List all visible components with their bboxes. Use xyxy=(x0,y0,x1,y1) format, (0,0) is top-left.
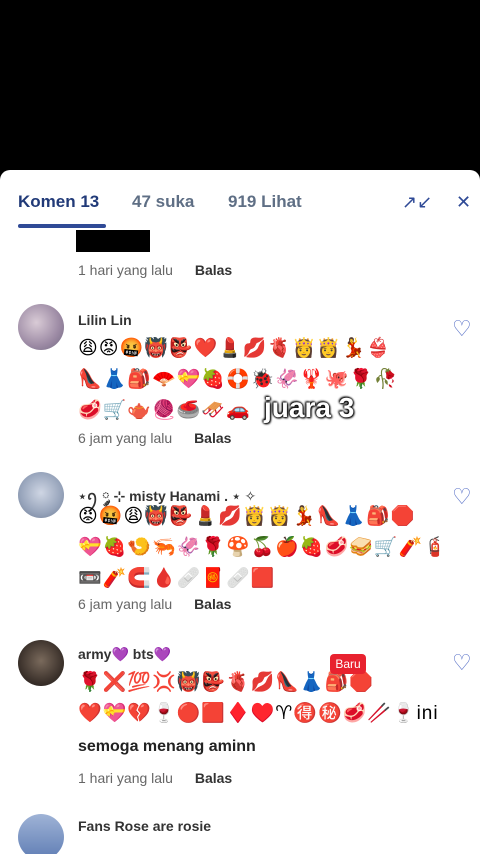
comment-meta: 1 hari yang lalu Balas xyxy=(78,262,232,278)
comment-author[interactable]: Fans Rose are rosie xyxy=(78,818,211,834)
comment-text: 😡🤬😩👹👺💄💋👸👸💃👠👗🎒🛑 xyxy=(78,506,416,527)
comment-meta: 1 hari yang lalu Balas xyxy=(78,770,232,786)
like-heart-icon[interactable]: ♡ xyxy=(452,650,472,676)
tab-comments[interactable]: Komen 13 xyxy=(18,192,99,212)
reply-button[interactable]: Balas xyxy=(194,596,231,612)
close-icon[interactable]: ✕ xyxy=(456,192,471,213)
comment-text: semoga menang aminn xyxy=(78,738,256,755)
comment-text: ❤️💝💔🍷🔴🟥♦️♥️♈🉐㊙️🥩🥢🍷ini xyxy=(78,703,439,724)
comment-text: 📼🧨🧲🩸🩹🧧🩹🟥 xyxy=(78,568,276,589)
active-tab-indicator xyxy=(18,224,106,228)
comment-text: 🥩🛒🫖🧶🥌🛷🚗 xyxy=(78,400,251,421)
reply-button[interactable]: Balas xyxy=(194,430,231,446)
comment-text: 🌹❌💯💢👹👺🫀💋👠👗🎒🛑 xyxy=(78,672,374,693)
tab-likes[interactable]: 47 suka xyxy=(132,192,194,212)
like-heart-icon[interactable]: ♡ xyxy=(452,484,472,510)
overlay-caption: juara 3 xyxy=(264,392,355,423)
like-heart-icon[interactable]: ♡ xyxy=(452,316,472,342)
comment-time: 6 jam yang lalu xyxy=(78,596,173,612)
comment-meta: 6 jam yang lalu Balas xyxy=(78,596,231,612)
new-badge: Baru xyxy=(330,654,366,674)
comment-text: 😩😡🤬👹👺❤️💄💋🫀👸👸💃👙 xyxy=(78,338,391,359)
comments-panel: Komen 13 47 suka 919 Lihat ↗↙ ✕ 1 hari y… xyxy=(0,170,480,854)
avatar[interactable] xyxy=(18,640,64,686)
video-area xyxy=(0,0,480,170)
comment-author[interactable]: army💜 bts💜 xyxy=(78,646,171,663)
tab-bar: Komen 13 47 suka 919 Lihat ↗↙ ✕ xyxy=(0,170,480,230)
comment-time: 6 jam yang lalu xyxy=(78,430,173,446)
comment-text: 👠👗🎒🪭💝🍓🛟🐞🦑🦞🐙🌹🥀 xyxy=(78,369,399,390)
redacted-comment xyxy=(76,230,150,252)
reply-button[interactable]: Balas xyxy=(195,770,232,786)
avatar[interactable] xyxy=(18,814,64,854)
expand-icon[interactable]: ↗↙ xyxy=(402,192,432,213)
comment-time: 1 hari yang lalu xyxy=(78,262,173,278)
avatar[interactable] xyxy=(18,472,64,518)
avatar[interactable] xyxy=(18,304,64,350)
comment-text: 💝🍓🍤🦐🦑🌹🍄🍒🍎🍓🥩🥪🛒🧨🧯 xyxy=(78,537,448,558)
tab-views[interactable]: 919 Lihat xyxy=(228,192,302,212)
reply-button[interactable]: Balas xyxy=(195,262,232,278)
comment-author[interactable]: Lilin Lin xyxy=(78,312,132,328)
comment-time: 1 hari yang lalu xyxy=(78,770,173,786)
comment-meta: 6 jam yang lalu Balas xyxy=(78,430,231,446)
